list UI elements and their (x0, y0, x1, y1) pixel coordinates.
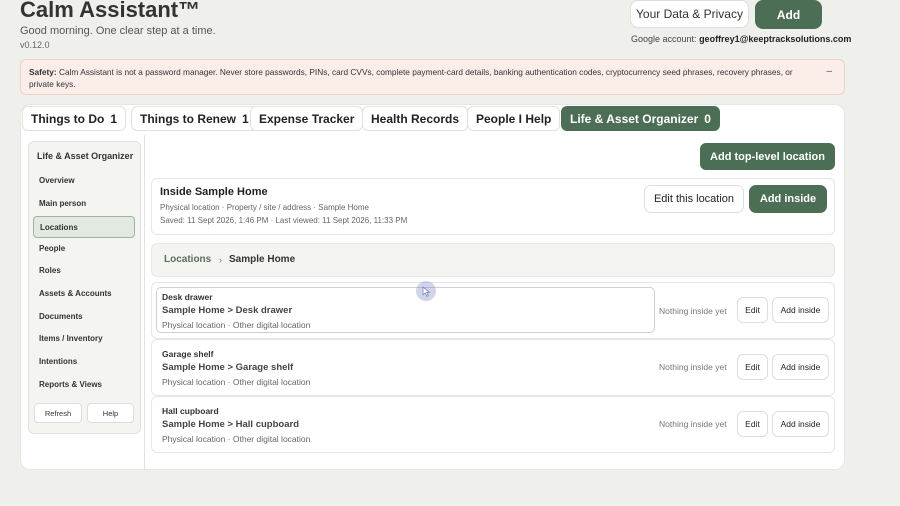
tab-label: Life & Asset Organizer (570, 111, 699, 126)
row-path[interactable]: Sample Home > Garage shelf (162, 362, 293, 373)
row-add-inside-button[interactable]: Add inside (772, 411, 829, 437)
tab-count: 1 (110, 111, 118, 126)
row-path[interactable]: Sample Home > Hall cupboard (162, 419, 299, 430)
tab-health-records[interactable]: Health Records (362, 106, 469, 131)
help-button[interactable]: Help (87, 403, 134, 423)
account-prefix: Google account: (631, 34, 697, 44)
tab-label: Expense Tracker (259, 111, 355, 126)
sidebar-item-main-person[interactable]: Main person (39, 199, 86, 208)
tab-label: Things to Renew (140, 111, 236, 126)
app-title: Calm Assistant™ (20, 0, 201, 22)
tab-count: 0 (704, 111, 711, 126)
tab-label: Health Records (371, 111, 460, 126)
sidebar-item-roles[interactable]: Roles (39, 266, 61, 275)
refresh-button[interactable]: Refresh (34, 403, 82, 423)
edit-location-button[interactable]: Edit this location (644, 185, 744, 213)
tab-label: People I Help (476, 111, 552, 126)
location-title: Inside Sample Home (160, 186, 268, 198)
sidebar-item-items-inventory[interactable]: Items / Inventory (39, 334, 103, 343)
sidebar-item-reports-views[interactable]: Reports & Views (39, 380, 102, 389)
sidebar-item-people[interactable]: People (39, 244, 65, 253)
safety-text: Calm Assistant is not a password manager… (29, 67, 793, 89)
row-path[interactable]: Sample Home > Desk drawer (162, 305, 292, 316)
sidebar-item-overview[interactable]: Overview (39, 176, 75, 185)
add-inside-button[interactable]: Add inside (749, 185, 827, 213)
sidebar-item-documents[interactable]: Documents (39, 312, 83, 321)
tab-expense-tracker[interactable]: Expense Tracker (250, 106, 364, 131)
sidebar-item-locations[interactable]: Locations (33, 216, 135, 238)
row-name: Garage shelf (162, 349, 214, 359)
data-privacy-button[interactable]: Your Data & Privacy (630, 0, 749, 28)
breadcrumb-locations-link[interactable]: Locations (164, 254, 211, 265)
row-name: Desk drawer (162, 292, 213, 302)
tab-label: Things to Do (31, 111, 105, 126)
row-meta: Physical location · Other digital locati… (162, 434, 311, 444)
row-meta: Physical location · Other digital locati… (162, 320, 311, 330)
account-email: geoffrey1@keeptracksolutions.com (699, 34, 852, 44)
tab-things-to-renew[interactable]: Things to Renew 1 (131, 106, 258, 131)
version-label: v0.12.0 (20, 40, 50, 50)
sidebar-heading: Life & Asset Organizer (37, 151, 134, 161)
row-name: Hall cupboard (162, 406, 219, 416)
breadcrumb-current: Sample Home (229, 254, 296, 265)
row-edit-button[interactable]: Edit (737, 297, 768, 323)
add-top-level-location-button[interactable]: Add top-level location (700, 143, 835, 170)
sidebar-item-intentions[interactable]: Intentions (39, 357, 77, 366)
google-account-label: Google account: geoffrey1@keeptracksolut… (631, 34, 851, 44)
safety-banner: Safety: Calm Assistant is not a password… (20, 59, 845, 95)
tab-count: 1 (242, 111, 249, 126)
row-meta: Physical location · Other digital locati… (162, 377, 311, 387)
greeting-text: Good morning. One clear step at a time. (20, 25, 216, 37)
row-status: Nothing inside yet (659, 419, 727, 429)
mouse-cursor-icon (416, 281, 436, 301)
content-divider (144, 135, 145, 469)
row-add-inside-button[interactable]: Add inside (772, 354, 829, 380)
collapse-banner-icon[interactable]: – (826, 66, 832, 78)
row-edit-button[interactable]: Edit (737, 354, 768, 380)
row-add-inside-button[interactable]: Add inside (772, 297, 829, 323)
add-button[interactable]: Add (755, 0, 822, 29)
location-saved-info: Saved: 11 Sept 2026, 1:46 PM · Last view… (160, 216, 408, 225)
sidebar-item-assets-accounts[interactable]: Assets & Accounts (39, 289, 112, 298)
tab-people-i-help[interactable]: People I Help (467, 106, 561, 131)
safety-label: Safety: (29, 67, 57, 77)
row-status: Nothing inside yet (659, 362, 727, 372)
location-meta: Physical location · Property / site / ad… (160, 203, 369, 212)
breadcrumb-separator: › (219, 255, 222, 265)
tab-life-asset-organizer[interactable]: Life & Asset Organizer 0 (561, 106, 720, 131)
row-edit-button[interactable]: Edit (737, 411, 768, 437)
tab-things-to-do[interactable]: Things to Do 1 (22, 106, 127, 131)
row-status: Nothing inside yet (659, 306, 727, 316)
